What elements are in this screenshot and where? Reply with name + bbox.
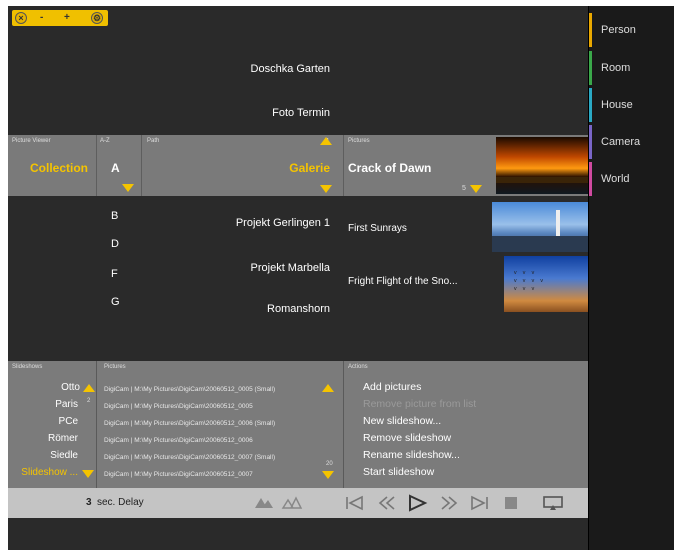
actions-label: Actions bbox=[348, 364, 368, 370]
letter-item[interactable]: D bbox=[111, 238, 119, 250]
browser-header: Picture Viewer A-Z Path Pictures Collect… bbox=[8, 135, 588, 196]
pictures-list-scroll-down-icon[interactable] bbox=[322, 471, 334, 479]
side-item-label: Camera bbox=[601, 136, 641, 148]
pictures-count: 5 bbox=[462, 185, 466, 192]
side-item-label: Room bbox=[601, 62, 631, 74]
thumbnail-crack-of-dawn[interactable] bbox=[496, 137, 588, 194]
path-item[interactable]: Projekt Marbella bbox=[251, 262, 330, 274]
pictures-label: Pictures bbox=[348, 138, 370, 144]
slideshow-item-selected[interactable]: Slideshow ... bbox=[8, 467, 78, 478]
slideshow-item[interactable]: PCe bbox=[8, 416, 78, 427]
picture-path-item[interactable]: DigiCam | M:\My Pictures\DigiCam\2006051… bbox=[104, 437, 253, 444]
pictures-list-count: 20 bbox=[326, 461, 333, 467]
slideshows-scroll-up-icon[interactable] bbox=[83, 384, 95, 392]
picture-path-item[interactable]: DigiCam | M:\My Pictures\DigiCam\2006051… bbox=[104, 454, 275, 461]
path-item[interactable]: Romanshorn bbox=[267, 303, 330, 315]
picture-selected[interactable]: Crack of Dawn bbox=[348, 161, 431, 175]
slideshows-count: 2 bbox=[87, 398, 91, 404]
slideshow-item[interactable]: Paris bbox=[8, 399, 78, 410]
az-label: A-Z bbox=[100, 138, 110, 144]
side-item-label: House bbox=[601, 99, 633, 111]
minimize-button[interactable]: - bbox=[40, 11, 43, 25]
pictures-scroll-down-icon[interactable] bbox=[470, 185, 482, 193]
add-pictures-button[interactable]: Add pictures bbox=[363, 381, 421, 393]
picture-item[interactable]: Fright Flight of the Sno... bbox=[348, 276, 458, 287]
picture-path-item[interactable]: DigiCam | M:\My Pictures\DigiCam\2006051… bbox=[104, 471, 253, 478]
rewind-icon[interactable] bbox=[376, 494, 398, 512]
path-scroll-down-icon[interactable] bbox=[320, 185, 332, 193]
first-icon[interactable] bbox=[344, 494, 366, 512]
delay-label: sec. Delay bbox=[97, 497, 144, 508]
slideshow-item[interactable]: Otto bbox=[10, 382, 80, 393]
remove-picture-button[interactable]: Remove picture from list bbox=[363, 398, 476, 410]
event-item[interactable]: Doschka Garten bbox=[251, 63, 330, 75]
start-slideshow-button[interactable]: Start slideshow bbox=[363, 466, 434, 478]
letter-selected[interactable]: A bbox=[111, 161, 120, 175]
picture-path-item[interactable]: DigiCam | M:\My Pictures\DigiCam\2006051… bbox=[104, 420, 275, 427]
slideshow-item[interactable]: Römer bbox=[8, 433, 78, 444]
playback-toolbar: 3 sec. Delay bbox=[8, 488, 588, 518]
path-item[interactable]: Projekt Gerlingen 1 bbox=[236, 217, 330, 229]
pictures-list-label: Pictures bbox=[104, 364, 126, 370]
maximize-button[interactable]: + bbox=[64, 11, 70, 25]
az-scroll-down-icon[interactable] bbox=[122, 184, 134, 192]
remove-slideshow-button[interactable]: Remove slideshow bbox=[363, 432, 451, 444]
close-icon[interactable]: × bbox=[15, 12, 27, 24]
letter-item[interactable]: G bbox=[111, 296, 120, 308]
side-item-world[interactable]: World bbox=[589, 162, 674, 196]
side-item-label: Person bbox=[601, 24, 636, 36]
picture-path-item[interactable]: DigiCam | M:\My Pictures\DigiCam\2006051… bbox=[104, 386, 275, 393]
letter-item[interactable]: B bbox=[111, 210, 118, 222]
window-controls: × - + ⚙ bbox=[12, 10, 108, 26]
side-item-camera[interactable]: Camera bbox=[589, 125, 674, 159]
lower-panel: Slideshows Pictures Actions Otto Paris P… bbox=[8, 361, 588, 488]
fast-forward-icon[interactable] bbox=[438, 494, 460, 512]
picture-path-item[interactable]: DigiCam | M:\My Pictures\DigiCam\2006051… bbox=[104, 403, 253, 410]
rotate-right-icon[interactable] bbox=[281, 494, 303, 512]
path-selected[interactable]: Galerie bbox=[289, 161, 330, 175]
thumbnail-first-sunrays[interactable] bbox=[492, 202, 588, 252]
side-panel: Person Room House Camera World bbox=[588, 6, 674, 550]
rotate-left-icon[interactable] bbox=[253, 494, 275, 512]
last-icon[interactable] bbox=[468, 494, 490, 512]
side-item-house[interactable]: House bbox=[589, 88, 674, 122]
side-item-person[interactable]: Person bbox=[589, 13, 674, 47]
slideshow-item[interactable]: Siedle bbox=[8, 450, 78, 461]
letter-item[interactable]: F bbox=[111, 268, 118, 280]
settings-icon[interactable]: ⚙ bbox=[91, 12, 103, 24]
viewer-selected[interactable]: Collection bbox=[30, 161, 88, 175]
rename-slideshow-button[interactable]: Rename slideshow... bbox=[363, 449, 460, 461]
picture-viewer-label: Picture Viewer bbox=[12, 138, 51, 144]
path-scroll-up-icon[interactable] bbox=[320, 137, 332, 145]
play-icon[interactable] bbox=[406, 494, 428, 512]
slideshows-scroll-down-icon[interactable] bbox=[82, 470, 94, 478]
delay-value[interactable]: 3 bbox=[86, 497, 92, 508]
pictures-list-scroll-up-icon[interactable] bbox=[322, 384, 334, 392]
new-slideshow-button[interactable]: New slideshow... bbox=[363, 415, 441, 427]
side-item-room[interactable]: Room bbox=[589, 51, 674, 85]
event-item[interactable]: Foto Termin bbox=[272, 107, 330, 119]
display-output-icon[interactable] bbox=[542, 494, 564, 512]
side-item-label: World bbox=[601, 173, 630, 185]
stop-icon[interactable] bbox=[500, 494, 522, 512]
picture-item[interactable]: First Sunrays bbox=[348, 223, 407, 234]
main-area: × - + ⚙ Doschka Garten Foto Termin Pictu… bbox=[8, 6, 588, 550]
thumbnail-fright-flight[interactable]: ᵛ ᵛ ᵛᵛ ᵛ ᵛ ᵛᵛ ᵛ ᵛ bbox=[504, 256, 588, 312]
path-label: Path bbox=[147, 138, 160, 144]
